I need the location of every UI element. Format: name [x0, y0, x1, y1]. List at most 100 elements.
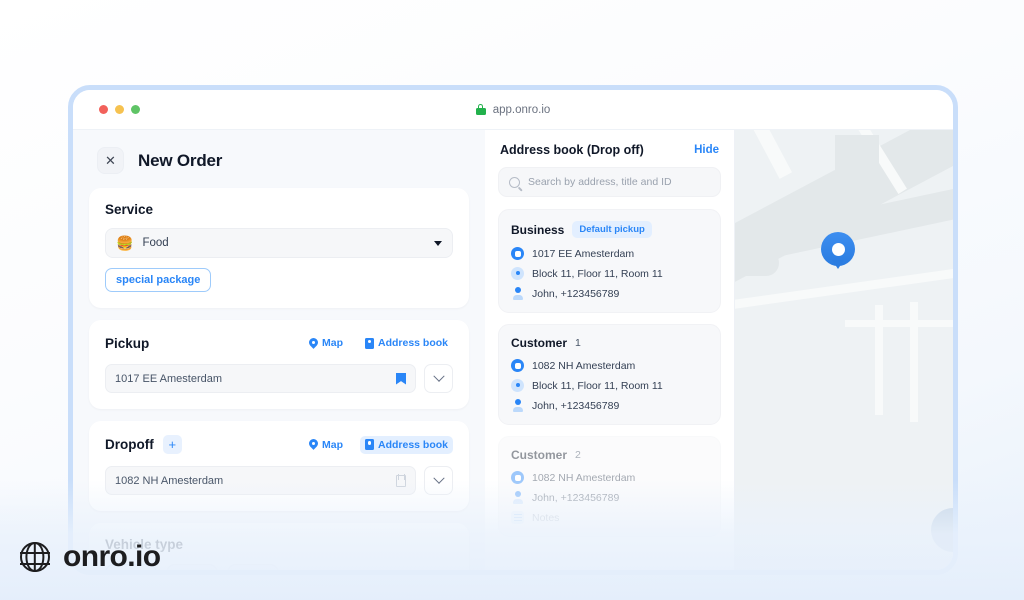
address-book-header: Address book (Drop off) Hide: [498, 143, 721, 167]
window-traffic-lights: [99, 105, 140, 114]
brand-lockup: onro.io: [19, 540, 161, 574]
entry-header: Business Default pickup: [511, 221, 708, 238]
entry-header: Customer 2: [511, 448, 708, 462]
entry-header: Customer 1: [511, 336, 708, 350]
unit-pin-icon: [511, 267, 524, 280]
special-package-chip[interactable]: special package: [105, 268, 212, 292]
entry-address-line: 1017 EE Amesterdam: [511, 247, 708, 260]
map-road: [845, 320, 953, 327]
address-book-entry-customer-2[interactable]: Customer 2 1082 NH Amesterdam John, +123…: [498, 436, 721, 537]
notes-icon: [511, 511, 524, 524]
entry-notes-line: Notes: [511, 511, 708, 524]
chevron-down-icon: [434, 240, 442, 246]
search-input[interactable]: [528, 176, 710, 188]
entry-name: Customer: [511, 448, 568, 462]
dropoff-address-input[interactable]: 1082 NH Amesterdam: [105, 466, 416, 495]
pickup-address-input[interactable]: 1017 EE Amesterdam: [105, 364, 416, 393]
address-book-drawer: Address book (Drop off) Hide Business De…: [485, 130, 735, 570]
pickup-expand-button[interactable]: [424, 364, 453, 393]
marker-tail: [832, 260, 844, 269]
entry-address-line: 1082 NH Amesterdam: [511, 471, 708, 484]
browser-window-inner: app.onro.io ✕ New Order Service 🍔 Food s…: [73, 90, 953, 570]
dropoff-section-title: Dropoff: [105, 437, 154, 452]
map-block: [835, 135, 879, 175]
entry-address-text: 1017 EE Amesterdam: [532, 247, 635, 260]
app-page: ✕ New Order Service 🍔 Food special packa…: [73, 130, 953, 570]
default-pickup-badge: Default pickup: [572, 221, 652, 238]
chevron-down-icon: [432, 370, 445, 382]
vehicle-option-car[interactable]: 🚗 Car: [227, 564, 279, 570]
unit-pin-icon: [511, 379, 524, 392]
dropoff-card: Dropoff + Map Address book 1082 NH Amest…: [89, 421, 469, 511]
pickup-address-book-button[interactable]: Address book: [360, 334, 453, 352]
entry-contact-line: John, +123456789: [511, 399, 708, 412]
address-book-entry-business[interactable]: Business Default pickup 1017 EE Amesterd…: [498, 209, 721, 313]
person-icon: [511, 399, 524, 412]
maximize-window-button[interactable]: [131, 105, 140, 114]
person-icon: [511, 287, 524, 300]
close-window-button[interactable]: [99, 105, 108, 114]
entry-address-line: 1082 NH Amesterdam: [511, 359, 708, 372]
pickup-map-button[interactable]: Map: [304, 334, 348, 352]
address-bar[interactable]: app.onro.io: [73, 104, 953, 116]
entry-contact-text: John, +123456789: [532, 287, 620, 300]
entry-contact-text: John, +123456789: [532, 491, 620, 504]
entry-contact-line: John, +123456789: [511, 491, 708, 504]
dropoff-field-row: 1082 NH Amesterdam: [105, 466, 453, 495]
pickup-card: Pickup Map Address book 1017 EE Amesterd…: [89, 320, 469, 409]
chevron-down-icon: [432, 472, 445, 484]
minimize-window-button[interactable]: [115, 105, 124, 114]
bookmark-filled-icon[interactable]: [396, 372, 406, 385]
browser-titlebar: app.onro.io: [73, 90, 953, 130]
entry-unit-line: Block 11, Floor 11, Room 11: [511, 379, 708, 392]
map-view[interactable]: [735, 130, 953, 570]
service-selected-value: Food: [142, 237, 169, 249]
entry-contact-text: John, +123456789: [532, 399, 620, 412]
address-book-hide-button[interactable]: Hide: [694, 144, 719, 156]
bookmark-outline-icon[interactable]: [396, 474, 406, 487]
address-book-entry-customer-1[interactable]: Customer 1 1082 NH Amesterdam Block 11, …: [498, 324, 721, 425]
dropoff-address-book-label: Address book: [377, 438, 448, 451]
service-select[interactable]: 🍔 Food: [105, 228, 453, 258]
entry-address-text: 1082 NH Amesterdam: [532, 359, 636, 372]
entry-notes-text: Notes: [532, 511, 560, 524]
entry-unit-text: Block 11, Floor 11, Room 11: [532, 267, 663, 280]
search-icon: [509, 176, 520, 188]
globe-icon: [19, 542, 51, 572]
address-book-search[interactable]: [498, 167, 721, 197]
dropoff-map-button[interactable]: Map: [304, 436, 348, 454]
pickup-address-value: 1017 EE Amesterdam: [115, 372, 223, 385]
pickup-map-label: Map: [321, 337, 343, 349]
map-pin-icon: [309, 338, 318, 349]
address-book-icon: [364, 337, 374, 349]
new-order-panel: ✕ New Order Service 🍔 Food special packa…: [73, 130, 485, 570]
entry-name: Business: [511, 222, 565, 237]
map-floating-control[interactable]: [931, 508, 953, 552]
location-square-icon: [511, 471, 524, 484]
pickup-address-book-label: Address book: [377, 337, 448, 349]
entry-unit-text: Block 11, Floor 11, Room 11: [532, 379, 663, 392]
pickup-field-row: 1017 EE Amesterdam: [105, 364, 453, 393]
close-order-button[interactable]: ✕: [97, 147, 124, 174]
dropoff-map-label: Map: [321, 438, 343, 451]
dropoff-address-book-button[interactable]: Address book: [359, 435, 453, 454]
service-card: Service 🍔 Food special package: [89, 188, 469, 308]
entry-unit-line: Block 11, Floor 11, Room 11: [511, 267, 708, 280]
entry-contact-line: John, +123456789: [511, 287, 708, 300]
vehicle-option-motor[interactable]: 🛵 Motor: [166, 564, 218, 570]
entry-address-text: 1082 NH Amesterdam: [532, 471, 636, 484]
url-text: app.onro.io: [492, 103, 551, 116]
address-book-icon: [364, 439, 374, 450]
add-dropoff-button[interactable]: +: [162, 435, 182, 454]
padlock-icon: [475, 104, 486, 115]
pickup-header: Pickup Map Address book: [105, 334, 453, 352]
page-title: New Order: [138, 150, 223, 170]
location-square-icon: [511, 247, 524, 260]
address-book-title: Address book (Drop off): [500, 143, 644, 157]
map-road: [735, 130, 793, 179]
person-icon: [511, 491, 524, 504]
dropoff-expand-button[interactable]: [424, 466, 453, 495]
brand-name: onro.io: [63, 540, 161, 573]
drop-off-marker[interactable]: [821, 232, 855, 269]
burger-icon: 🍔: [116, 235, 134, 251]
